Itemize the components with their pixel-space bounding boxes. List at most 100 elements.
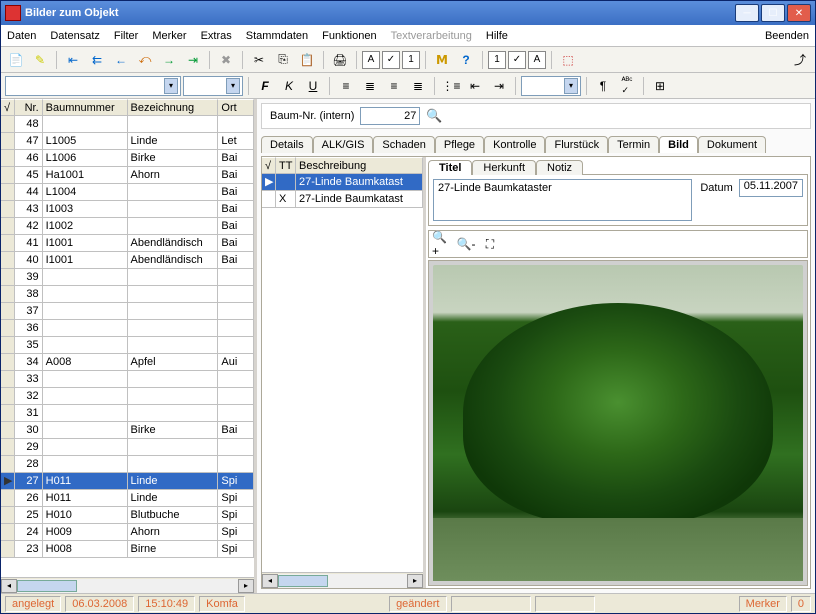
menu-funktionen[interactable]: Funktionen [322, 30, 376, 42]
menu-merker[interactable]: Merker [152, 30, 186, 42]
table-row[interactable]: 40I1001AbendländischBai [1, 252, 254, 269]
exit-icon[interactable]: ⤴ [789, 49, 811, 71]
table-row[interactable]: 41I1001AbendländischBai [1, 235, 254, 252]
maximize-button[interactable]: ☐ [761, 4, 785, 22]
minimize-button[interactable]: ─ [735, 4, 759, 22]
table-row[interactable]: 32 [1, 388, 254, 405]
scroll-right-icon[interactable]: ▸ [238, 579, 254, 593]
pilcrow-icon[interactable]: ¶ [592, 75, 614, 97]
mcol-mark[interactable]: √ [262, 157, 276, 174]
scroll-left-icon[interactable]: ◂ [1, 579, 17, 593]
font-combo[interactable]: ▾ [5, 76, 181, 96]
table-row[interactable]: 44L1004Bai [1, 184, 254, 201]
tab-flurstueck[interactable]: Flurstück [545, 136, 608, 153]
search-icon[interactable]: 🔍 [426, 108, 442, 124]
box2-1-icon[interactable]: 1 [488, 51, 506, 69]
list-item[interactable]: ▶27-Linde Baumkatast [262, 174, 423, 191]
subtab-titel[interactable]: Titel [428, 160, 472, 175]
menu-beenden[interactable]: Beenden [765, 30, 809, 42]
fit-icon[interactable]: ⛶ [479, 233, 501, 255]
col-nr[interactable]: Nr. [15, 99, 43, 116]
image-grid[interactable]: √ TT Beschreibung ▶27-Linde BaumkatastX2… [262, 157, 423, 572]
zoom-in-icon[interactable]: 🔍+ [431, 233, 453, 255]
tab-termin[interactable]: Termin [608, 136, 659, 153]
col-ort[interactable]: Ort [218, 99, 254, 116]
spellcheck-icon[interactable]: ᴬᴮᶜ✓ [616, 75, 638, 97]
table-row[interactable]: 42I1002Bai [1, 218, 254, 235]
size-combo[interactable]: ▾ [183, 76, 243, 96]
scroll-left-icon[interactable]: ◂ [262, 574, 278, 588]
menu-filter[interactable]: Filter [114, 30, 138, 42]
tab-bild[interactable]: Bild [659, 136, 698, 153]
tab-schaden[interactable]: Schaden [373, 136, 434, 153]
next-icon[interactable]: → [158, 49, 180, 71]
paste-icon[interactable]: 📋 [296, 49, 318, 71]
subtab-notiz[interactable]: Notiz [536, 160, 583, 175]
chevron-down-icon[interactable]: ▾ [226, 78, 240, 94]
tab-dokument[interactable]: Dokument [698, 136, 766, 153]
main-grid[interactable]: √ Nr. Baumnummer Bezeichnung Ort 4847L10… [1, 99, 254, 577]
tab-details[interactable]: Details [261, 136, 313, 153]
prev-page-icon[interactable]: ⇇ [86, 49, 108, 71]
table-row[interactable]: ▶27H011LindeSpi [1, 473, 254, 490]
menu-extras[interactable]: Extras [201, 30, 232, 42]
first-icon[interactable]: ⇤ [62, 49, 84, 71]
last-icon[interactable]: ⇥ [182, 49, 204, 71]
print-icon[interactable]: 🖨 [329, 49, 351, 71]
table-row[interactable]: 38 [1, 286, 254, 303]
datum-input[interactable]: 05.11.2007 [739, 179, 803, 197]
subtab-herkunft[interactable]: Herkunft [472, 160, 536, 175]
copy-icon[interactable]: ⎘ [272, 49, 294, 71]
align-right-icon[interactable]: ≡ [383, 75, 405, 97]
cut-icon[interactable]: ✂ [248, 49, 270, 71]
menu-stammdaten[interactable]: Stammdaten [246, 30, 308, 42]
table-row[interactable]: 23H008BirneSpi [1, 541, 254, 558]
chevron-down-icon[interactable]: ▾ [564, 78, 578, 94]
bold-icon[interactable]: F [254, 75, 276, 97]
underline-icon[interactable]: U [302, 75, 324, 97]
grid-hscroll[interactable]: ◂ ▸ [1, 577, 254, 593]
table-row[interactable]: 28 [1, 456, 254, 473]
align-left-icon[interactable]: ≡ [335, 75, 357, 97]
binoculars-icon[interactable]: 𝗠 [431, 49, 453, 71]
style-combo[interactable]: ▾ [521, 76, 581, 96]
title-memo[interactable]: 27-Linde Baumkataster [433, 179, 692, 221]
table-row[interactable]: 26H011LindeSpi [1, 490, 254, 507]
table-row[interactable]: 36 [1, 320, 254, 337]
table-row[interactable]: 48 [1, 116, 254, 133]
baumnr-input[interactable] [360, 107, 420, 125]
col-mark[interactable]: √ [1, 99, 15, 116]
mid-hscroll[interactable]: ◂ ▸ [262, 572, 423, 588]
indent-icon[interactable]: ⇥ [488, 75, 510, 97]
table-row[interactable]: 46L1006BirkeBai [1, 150, 254, 167]
edit-icon[interactable]: ✎ [29, 49, 51, 71]
bullets-icon[interactable]: ⋮≡ [440, 75, 462, 97]
close-button[interactable]: ✕ [787, 4, 811, 22]
image-viewer[interactable] [428, 260, 808, 586]
align-center-icon[interactable]: ≣ [359, 75, 381, 97]
delete-icon[interactable]: ✖ [215, 49, 237, 71]
mcol-tt[interactable]: TT [276, 157, 296, 174]
col-baumnummer[interactable]: Baumnummer [43, 99, 128, 116]
tab-pflege[interactable]: Pflege [435, 136, 484, 153]
chevron-down-icon[interactable]: ▾ [164, 78, 178, 94]
table-row[interactable]: 29 [1, 439, 254, 456]
menu-hilfe[interactable]: Hilfe [486, 30, 508, 42]
table-row[interactable]: 33 [1, 371, 254, 388]
table-row[interactable]: 35 [1, 337, 254, 354]
table-row[interactable]: 25H010BlutbucheSpi [1, 507, 254, 524]
new-icon[interactable]: 📄 [5, 49, 27, 71]
tool-icon[interactable]: ⊞ [649, 75, 671, 97]
table-row[interactable]: 30BirkeBai [1, 422, 254, 439]
box2-a-icon[interactable]: A [528, 51, 546, 69]
table-row[interactable]: 47L1005LindeLet [1, 133, 254, 150]
mcol-beschreibung[interactable]: Beschreibung [296, 157, 423, 174]
help-icon[interactable]: ? [455, 49, 477, 71]
tab-kontrolle[interactable]: Kontrolle [484, 136, 545, 153]
box2-check-icon[interactable]: ✓ [508, 51, 526, 69]
box-1-icon[interactable]: 1 [402, 51, 420, 69]
table-row[interactable]: 45Ha1001AhornBai [1, 167, 254, 184]
clear-icon[interactable]: ⬚ [557, 49, 579, 71]
cancel-icon[interactable]: ⤺ [134, 49, 156, 71]
menu-daten[interactable]: Daten [7, 30, 36, 42]
